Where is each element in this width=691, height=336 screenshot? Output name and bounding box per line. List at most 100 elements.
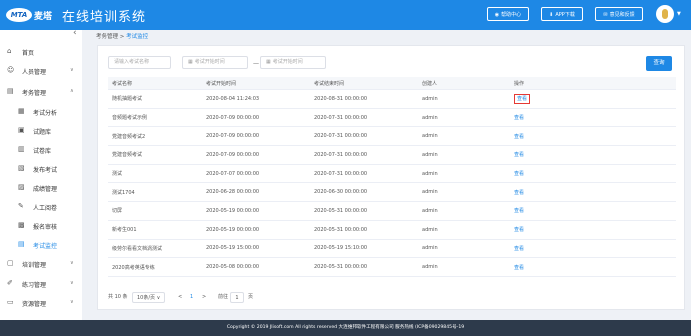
cell-end-time: 2020-07-31 00:00:00 (310, 126, 418, 147)
cell-exam-name: 音频题考试示例 (108, 108, 202, 128)
view-link[interactable]: 查看 (510, 257, 614, 277)
end-time-placeholder: 考试开始时间 (272, 59, 303, 65)
sidebar-item-label: 练习管理 (22, 282, 47, 289)
sidebar-item-registration-review[interactable]: ▩ 报名审核 (0, 217, 82, 235)
chevron-left-icon[interactable]: ‹ (73, 28, 77, 38)
pager-total: 共 10 条 (108, 294, 128, 300)
view-link[interactable]: 查看 (510, 201, 614, 221)
grading-icon: ✎ (18, 202, 24, 210)
sidebar-item-label: 培训管理 (22, 262, 47, 269)
breadcrumb-parent[interactable]: 考务管理 (96, 34, 118, 40)
chevron-down-icon: ∨ (70, 280, 74, 286)
page-size-select[interactable]: 10条/页 ∨ (132, 292, 166, 303)
cell-start-time: 2020-05-19 15:00:00 (202, 239, 310, 259)
home-icon: ⌂ (7, 47, 12, 55)
table-row: 级劳尔看看文档涡测试 2020-05-19 15:00:00 2020-05-19 … (108, 239, 676, 259)
column-header: 考试开始时间 (202, 77, 310, 90)
cell-exam-name: 2020高考英语专练 (108, 257, 202, 277)
end-time-input[interactable]: ▦ 考试开始时间 (260, 56, 326, 69)
cell-start-time: 2020-06-28 00:00:00 (202, 182, 310, 203)
sidebar-item-practice[interactable]: ✐ 练习管理 ∨ (0, 275, 82, 293)
sidebar-item-label: 考试监控 (33, 243, 58, 250)
cell-start-time: 2020-07-09 00:00:00 (202, 126, 310, 147)
sidebar-item-manual-grading[interactable]: ✎ 人工阅卷 (0, 198, 82, 216)
view-link[interactable]: 查看 (510, 182, 614, 203)
page-number[interactable]: 1 (190, 292, 193, 302)
view-link[interactable]: 查看 (510, 145, 614, 165)
exam-name-input[interactable]: 请输入考试名称 (108, 56, 171, 69)
view-link[interactable]: 查看 (510, 220, 614, 240)
chevron-up-icon: ∧ (70, 88, 74, 94)
goto-prefix: 前往 (218, 294, 229, 300)
paper-bank-icon: ▥ (18, 145, 25, 153)
sidebar-item-publish-exam[interactable]: ▧ 发布考试 (0, 160, 82, 178)
avatar[interactable] (656, 5, 674, 23)
query-button[interactable]: 查询 (646, 56, 672, 71)
logo-text: 麦塔 (34, 12, 53, 22)
practice-icon: ✐ (7, 279, 13, 287)
chevron-down-icon[interactable]: ▼ (677, 11, 681, 17)
logo: MTA 麦塔 (6, 6, 56, 23)
calendar-icon: ▦ (266, 59, 271, 65)
sidebar-item-label: 考务管理 (22, 90, 47, 97)
next-page-button[interactable]: > (202, 292, 206, 302)
view-link[interactable]: 查看 (510, 108, 614, 128)
cell-creator: admin (418, 239, 510, 259)
review-icon: ▩ (18, 221, 25, 229)
cell-start-time: 2020-08-04 11:24:03 (202, 89, 310, 109)
sidebar-item-label: 成绩管理 (33, 186, 58, 193)
sidebar-item-exam-analysis[interactable]: ▦ 考试分析 (0, 103, 82, 121)
sidebar-item-users[interactable]: ☺ 人员管理 ∨ (0, 62, 82, 80)
feedback-button[interactable]: ✉ 意见和反馈 (595, 7, 643, 21)
breadcrumb: 考务管理 > 考试监控 (88, 30, 691, 42)
sidebar-item-resources[interactable]: ▭ 资源管理 ∨ (0, 294, 82, 312)
publish-icon: ▧ (18, 164, 25, 172)
exam-name-placeholder: 请输入考试名称 (114, 59, 150, 65)
view-link[interactable]: 查看 (514, 94, 531, 105)
cell-end-time: 2020-05-19 15:10:00 (310, 239, 418, 259)
sidebar-item-score-management[interactable]: ▨ 成绩管理 (0, 179, 82, 197)
sidebar-item-question-bank[interactable]: ▣ 试题库 (0, 122, 82, 140)
column-header-empty (614, 77, 676, 90)
sidebar-item-label: 人工阅卷 (33, 205, 58, 212)
cell-creator: admin (418, 164, 510, 184)
user-icon: ☺ (7, 66, 15, 74)
cell-start-time: 2020-05-19 00:00:00 (202, 201, 310, 221)
training-icon: ▢ (7, 259, 14, 267)
feedback-label: 意见和反馈 (609, 12, 635, 18)
help-center-button[interactable]: ◉ 帮助中心 (487, 7, 529, 21)
analysis-icon: ▦ (18, 107, 25, 115)
sidebar-item-label: 试题库 (33, 129, 52, 136)
calendar-icon: ▦ (188, 59, 193, 65)
cell-exam-name: 测试 (108, 164, 202, 184)
range-separator: — (253, 60, 259, 67)
start-time-input[interactable]: ▦ 考试开始时间 (182, 56, 248, 69)
sidebar-item-home[interactable]: ⌂ 首页 (0, 43, 82, 61)
help-center-label: 帮助中心 (501, 12, 522, 18)
table-row: 随机抽题考试 2020-08-04 11:24:03 2020-08-31 00:0… (108, 89, 676, 109)
table-row: 测试1704 2020-06-28 00:00:00 2020-06-30 00:0… (108, 182, 676, 203)
app-download-button[interactable]: ⬇ APP下载 (541, 7, 583, 21)
view-link[interactable]: 查看 (510, 164, 614, 184)
column-header: 创建人 (418, 77, 510, 90)
sidebar-item-label: 首页 (22, 50, 35, 57)
sidebar-item-label: 考试分析 (33, 110, 58, 117)
cell-exam-name: 随机抽题考试 (108, 89, 202, 109)
cell-exam-name: 新考生001 (108, 220, 202, 240)
cell-creator: admin (418, 257, 510, 277)
sidebar-item-training[interactable]: ▢ 培训管理 ∨ (0, 255, 82, 273)
cell-exam-name: 测试1704 (108, 182, 202, 203)
app-download-label: APP下载 (555, 12, 575, 18)
view-link[interactable]: 查看 (510, 126, 614, 147)
prev-page-button[interactable]: < (178, 292, 182, 302)
cell-end-time: 2020-05-31 00:00:00 (310, 220, 418, 240)
cell-end-time: 2020-06-30 00:00:00 (310, 182, 418, 203)
sidebar-item-exam-affairs[interactable]: ▤ 考务管理 ∧ (0, 83, 82, 101)
sidebar-item-paper-bank[interactable]: ▥ 试卷库 (0, 141, 82, 159)
cell-exam-name: 党建音频考试2 (108, 126, 202, 147)
breadcrumb-separator: > (119, 34, 125, 40)
view-link[interactable]: 查看 (510, 239, 614, 259)
sidebar-item-exam-monitor[interactable]: ▤ 考试监控 (0, 236, 82, 254)
goto-page-input[interactable]: 1 (230, 292, 244, 303)
question-bank-icon: ▣ (18, 126, 25, 134)
